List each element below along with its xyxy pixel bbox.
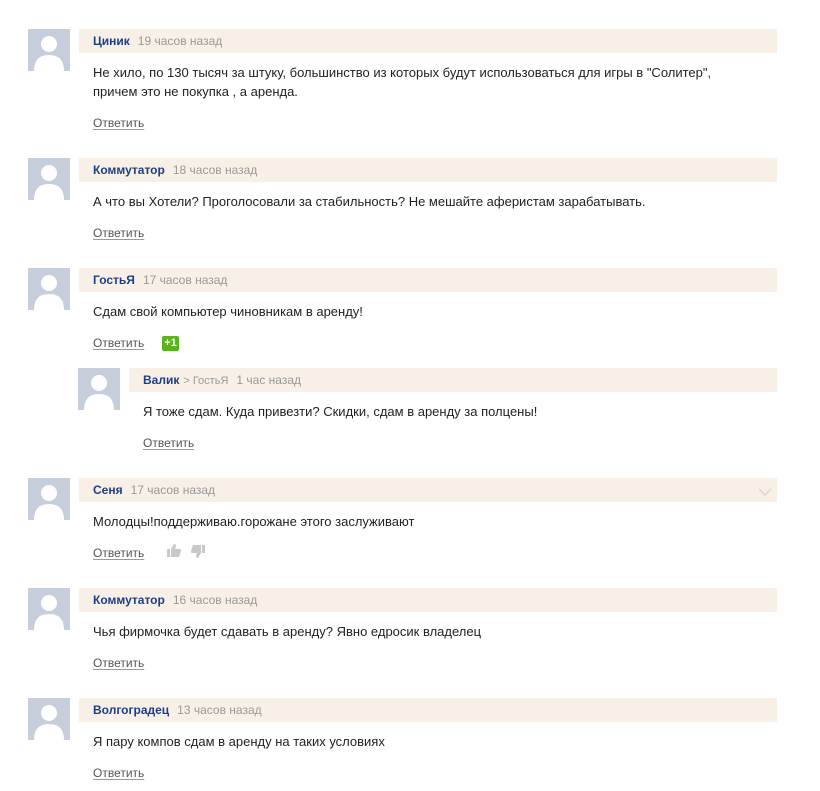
reply-button[interactable]: Ответить (93, 226, 144, 240)
reply-to-link[interactable]: > ГостьЯ (183, 375, 228, 387)
comment-text: Чья фирмочка будет сдавать в аренду? Явн… (93, 622, 773, 641)
comment-text-line: Чья фирмочка будет сдавать в аренду? Явн… (93, 624, 482, 639)
comment-text: А что вы Хотели? Проголосовали за стабил… (93, 192, 773, 211)
author-link[interactable]: Коммутатор (93, 163, 165, 177)
avatar (28, 698, 70, 740)
comment-text-line: Молодцы!поддерживаю.горожане этого заслу… (93, 514, 415, 529)
avatar (28, 268, 70, 310)
comment-text-line: Я пару компов сдам в аренду на таких усл… (93, 734, 385, 749)
avatar (28, 588, 70, 630)
comment-time: 19 часов назад (137, 34, 223, 48)
chevron-down-icon[interactable] (758, 484, 772, 502)
comment-text: Молодцы!поддерживаю.горожане этого заслу… (93, 512, 773, 531)
comment-header: Коммутатор 18 часов назад (79, 158, 777, 182)
reply-button[interactable]: Ответить (93, 766, 144, 780)
comment-text-line: причем это не покупка , а аренда. (93, 84, 298, 99)
comment-time: 18 часов назад (172, 163, 258, 177)
comment-header: Циник 19 часов назад (79, 29, 777, 53)
comment-time: 17 часов назад (130, 483, 216, 497)
comment-time: 13 часов назад (177, 703, 262, 717)
comment-text-line: А что вы Хотели? Проголосовали за стабил… (93, 194, 646, 209)
reply-button[interactable]: Ответить (93, 656, 144, 670)
comment-time: 16 часов назад (172, 593, 258, 607)
author-link[interactable]: Коммутатор (93, 593, 165, 607)
avatar (28, 158, 70, 200)
comment-text-line: Не хило, по 130 тысяч за штуку, большинс… (93, 65, 712, 80)
avatar (28, 478, 70, 520)
comment-text: Не хило, по 130 тысяч за штуку, большинс… (93, 63, 773, 101)
comment-time: 17 часов назад (142, 273, 228, 287)
avatar (28, 29, 70, 71)
comment-text-line: Сдам свой компьютер чиновникам в аренду! (93, 304, 363, 319)
thumbs-down-icon[interactable] (190, 544, 206, 564)
comment-header: Валик > ГостьЯ 1 час назад (129, 368, 777, 392)
comment-header: ГостьЯ 17 часов назад (79, 268, 777, 292)
comment-text-line: Я тоже сдам. Куда привезти? Скидки, сдам… (143, 404, 538, 419)
avatar (78, 368, 120, 410)
comment-text: Сдам свой компьютер чиновникам в аренду! (93, 302, 773, 321)
thumbs-up-icon[interactable] (166, 543, 182, 563)
author-link[interactable]: Волгоградец (93, 703, 169, 717)
comment-time: 1 час назад (236, 373, 302, 387)
comment-text: Я пару компов сдам в аренду на таких усл… (93, 732, 773, 751)
reply-button[interactable]: Ответить (93, 546, 144, 560)
reply-button[interactable]: Ответить (93, 116, 144, 130)
comment-text: Я тоже сдам. Куда привезти? Скидки, сдам… (143, 402, 773, 421)
author-link[interactable]: Циник (93, 34, 130, 48)
comment-header: Сеня 17 часов назад (79, 478, 777, 502)
reply-button[interactable]: Ответить (93, 336, 144, 350)
author-link[interactable]: Сеня (93, 483, 123, 497)
comment-header: Волгоградец 13 часов назад (79, 698, 777, 722)
reply-button[interactable]: Ответить (143, 436, 194, 450)
comment-header: Коммутатор 16 часов назад (79, 588, 777, 612)
author-link[interactable]: Валик (143, 373, 179, 387)
rating-badge: +1 (162, 336, 179, 351)
author-link[interactable]: ГостьЯ (93, 273, 135, 287)
